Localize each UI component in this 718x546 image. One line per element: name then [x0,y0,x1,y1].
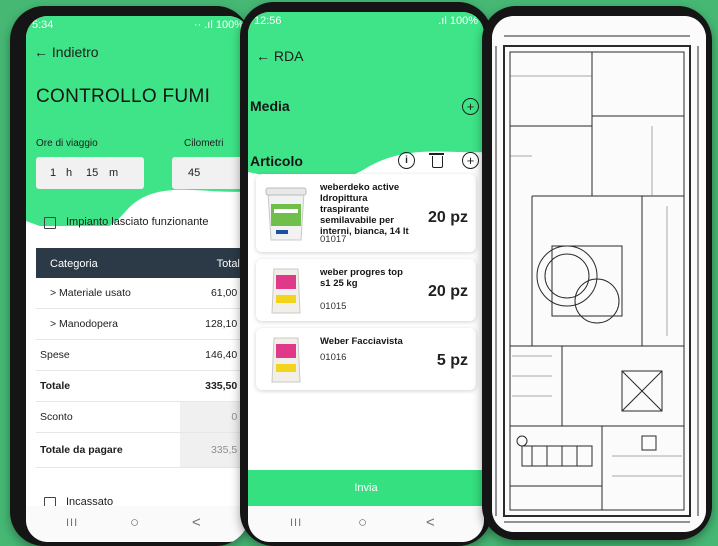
media-section-title: Media [250,98,290,114]
phone-floor-plan [482,6,712,540]
nav-back-icon[interactable]: < [426,514,435,531]
impianto-checkbox[interactable] [44,217,56,229]
row-label: Spese [40,349,70,361]
articolo-card[interactable]: Weber Facciavista 01016 5 pz [256,328,476,390]
android-navbar: III ○ < [26,506,250,542]
product-image-bag [271,337,301,383]
hours-unit: h [66,167,73,179]
product-image-bucket [265,187,307,241]
item-code: 01016 [320,352,347,363]
home-icon[interactable]: ○ [130,514,139,531]
screen-1: 5:34 ·· .ıl 100% ← Indietro CONTROLLO FU… [26,16,250,542]
back-label: RDA [273,48,304,64]
page-title: CONTROLLO FUMI [36,86,211,107]
row-label: Totale [40,380,71,392]
add-media-icon[interactable]: + [462,98,479,115]
row-totale: Totale 335,50 € [36,371,250,402]
nav-back-icon[interactable]: < [192,514,201,531]
home-icon[interactable]: ○ [358,514,367,531]
km-value: 45 [188,167,201,179]
status-time: 5:34 [32,19,54,31]
android-navbar: III ○ < [248,506,484,542]
item-qty: 20 pz [427,209,468,226]
add-articolo-icon[interactable]: + [462,152,479,169]
screen-3 [492,16,706,532]
recents-icon[interactable]: III [290,517,302,529]
row-spese: Spese 146,40 € [36,340,250,371]
floor-plan-drawing[interactable] [492,16,706,532]
articolo-card[interactable]: weberdeko active Idropittura traspirante… [256,174,476,252]
row-totale-da-pagare: Totale da pagare 335,5 € [36,433,250,468]
item-name: weber progres top s1 25 kg [320,267,403,289]
row-label: > Materiale usato [50,287,131,299]
ore-viaggio-field[interactable]: 1 h 15 m [36,157,144,189]
row-materiale-usato[interactable]: > Materiale usato 61,00 € [36,278,250,309]
chilometri-field[interactable]: 45 [172,157,250,189]
chilometri-label: Cilometri [184,138,224,149]
ore-viaggio-label: Ore di viaggio [36,138,98,149]
articolo-section-title: Articolo [250,153,303,169]
impianto-label: Impianto lasciato funzionante [66,216,209,228]
phone-controllo-fumi: 5:34 ·· .ıl 100% ← Indietro CONTROLLO FU… [10,6,250,546]
row-label: > Manodopera [50,318,119,330]
screen-2: 12:56 .ıl 100% ← RDA Media + Articolo i … [248,12,484,542]
back-button[interactable]: ← Indietro [34,44,99,60]
minutes-unit: m [109,167,119,179]
status-indicators: ·· .ıl 100% [193,19,244,31]
row-sconto: Sconto 0 € [36,402,250,433]
minutes-value[interactable]: 15 [86,167,98,179]
row-manodopera[interactable]: > Manodopera 128,10 € [36,309,250,340]
item-qty: 20 pz [427,283,468,300]
item-name: weberdeko active Idropittura traspirante… [320,182,409,237]
status-bar: 5:34 ·· .ıl 100% [26,16,250,36]
row-label: Totale da pagare [40,444,123,456]
item-code: 01017 [320,234,347,245]
articolo-card[interactable]: weber progres top s1 25 kg 01015 20 pz [256,259,476,321]
back-label: Indietro [51,44,99,60]
row-label: Sconto [40,411,73,423]
product-image-bag [271,268,301,314]
invia-button[interactable]: Invia [248,470,484,506]
table-header: Categoria Totale [36,248,250,278]
item-qty: 5 pz [436,352,468,369]
status-bar: 12:56 .ıl 100% [248,12,484,32]
totals-table: Categoria Totale > Materiale usato 61,00… [36,248,250,468]
item-code: 01015 [320,301,347,312]
back-arrow-icon: ← [256,48,270,64]
phone-rda: 12:56 .ıl 100% ← RDA Media + Articolo i … [240,2,492,546]
info-icon[interactable]: i [398,152,415,169]
hours-value[interactable]: 1 [50,167,56,179]
trash-icon[interactable] [429,153,444,168]
item-name: Weber Facciavista [320,336,403,347]
back-arrow-icon: ← [34,44,48,60]
recents-icon[interactable]: III [66,517,78,529]
status-time: 12:56 [254,15,282,27]
back-button[interactable]: ← RDA [256,48,303,64]
header-categoria: Categoria [50,258,98,270]
status-indicators: .ıl 100% [438,15,478,27]
